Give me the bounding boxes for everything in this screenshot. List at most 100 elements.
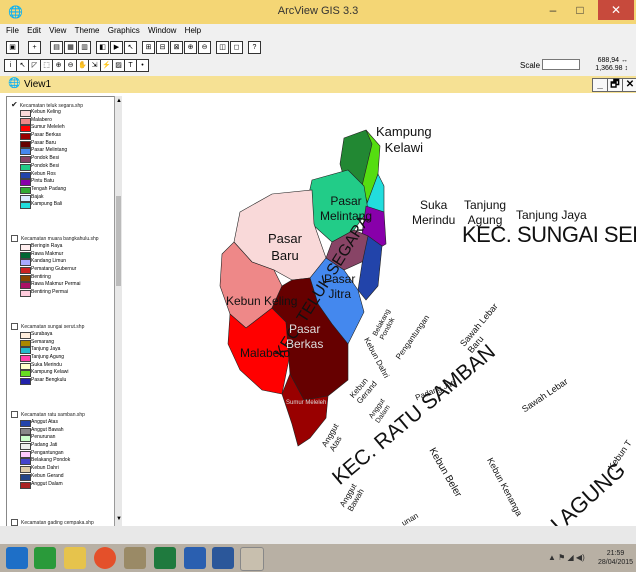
legend-item: Pasar Melintang (11, 147, 83, 156)
label-pasar-jitra: Pasar Jitra (324, 272, 356, 301)
legend-item: Anggut Atas (11, 419, 85, 427)
window-titlebar: 🌐 ArcView GIS 3.3 – □ ✕ (0, 0, 636, 24)
system-tray[interactable]: ▲ ⚑ ◢ ◀) (548, 553, 585, 562)
save-project-icon[interactable]: ▣ (6, 41, 19, 54)
close-button[interactable]: ✕ (598, 0, 634, 20)
theme-name: Kecamatan muara bangkahulu.shp (21, 236, 99, 242)
windows-taskbar: ▲ ⚑ ◢ ◀) 21:59 28/04/2015 (0, 544, 636, 572)
legend-item: Pasar Bengkulu (11, 377, 84, 386)
label-tanjung-jaya: Tanjung Jaya (516, 208, 587, 222)
legend-item: Kebun Ros (11, 171, 83, 179)
menu-graphics[interactable]: Graphics (108, 26, 140, 35)
scale-input[interactable] (542, 59, 580, 70)
taskbar-app-icon[interactable] (124, 547, 146, 569)
coordinate-readout: 688,94 ↔ 1,366.98 ↕ (592, 57, 628, 73)
legend-item: Padang Jati (11, 442, 85, 451)
taskbar-clock[interactable]: 21:59 28/04/2015 (598, 549, 633, 567)
taskbar-chrome-icon[interactable] (94, 547, 116, 569)
menu-file[interactable]: File (6, 26, 19, 35)
map-canvas[interactable] (122, 94, 636, 526)
legend-item: Semarang (11, 339, 84, 347)
view-restore-button[interactable]: 🗗 (607, 78, 623, 92)
menu-theme[interactable]: Theme (75, 26, 100, 35)
legend-item: Tengah Padang (11, 186, 83, 194)
menu-view[interactable]: View (49, 26, 66, 35)
legend-item: Pasar Baru (11, 140, 83, 148)
theme-visible-check[interactable]: ✔ (11, 100, 18, 109)
legend-item: Tanjung Agung (11, 354, 84, 363)
taskbar-infinity-icon[interactable] (184, 547, 206, 569)
select-features-icon[interactable]: ◫ (216, 41, 229, 54)
menu-edit[interactable]: Edit (27, 26, 41, 35)
theme-teluk-segara[interactable]: ✔ Kecamatan teluk segara.shp Kebun Keling… (11, 100, 83, 210)
legend-item: Sumur Meleleh (11, 124, 83, 133)
taskbar-word-icon[interactable] (212, 547, 234, 569)
legend-item: Kampung Bali (11, 201, 83, 210)
legend-item: Belakang Pondok (11, 457, 85, 466)
theme-sungai-serut[interactable]: Kecamatan sungai serut.shp Surabaya Sema… (11, 323, 85, 386)
legend-item: Kebun Dahri (11, 465, 85, 474)
legend-item: Penurunan (11, 434, 85, 443)
legend-item: Rawa Makmur Permai (11, 281, 99, 290)
clear-selection-icon[interactable]: ◻ (230, 41, 243, 54)
legend-item: Anggut Bawah (11, 427, 85, 435)
menu-help[interactable]: Help (185, 26, 201, 35)
zoom-selected-icon[interactable]: ⊠ (170, 41, 183, 54)
menu-bar: File Edit View Theme Graphics Window Hel… (0, 24, 636, 38)
legend-item: Kampung Kelawi (11, 369, 84, 378)
view-close-button[interactable]: ✕ (622, 78, 636, 92)
edit-legend-icon[interactable]: ▦ (64, 41, 77, 54)
legend-item: Pematang Gubernur (11, 266, 99, 275)
label-malabero: Malabero (240, 346, 291, 360)
legend-item: Anggut Dalam (11, 481, 85, 489)
taskbar-file-explorer-icon[interactable] (64, 547, 86, 569)
start-button[interactable] (6, 547, 28, 569)
add-theme-icon[interactable]: + (28, 41, 41, 54)
map-display[interactable]: Kampung Kelawi Suka Merindu Tanjung Agung T… (122, 94, 636, 526)
maximize-button[interactable]: □ (566, 0, 594, 20)
legend-item: Malabero (11, 117, 83, 125)
legend-item: Bentiring Permai (11, 289, 99, 298)
legend-item: Pintu Batu (11, 178, 83, 187)
zoom-in-icon[interactable]: ⊕ (184, 41, 197, 54)
tool-bar: i ↖ ◸ ⬚ ⊕ ⊖ ✋ ⇲ ⚡ ▨ T • Scale 1: 688,94 … (0, 56, 636, 77)
theme-properties-icon[interactable]: ▤ (50, 41, 63, 54)
locate-icon[interactable]: ▶ (110, 41, 123, 54)
theme-visible-check[interactable] (11, 323, 18, 331)
legend-item: Bajak (11, 194, 83, 202)
status-bar (0, 526, 636, 544)
theme-ratu-samban[interactable]: Kecamatan ratu samban.shp Anggut Atas An… (11, 411, 85, 489)
minimize-button[interactable]: – (540, 0, 566, 20)
query-icon[interactable]: ↖ (124, 41, 137, 54)
taskbar-app-excel-icon[interactable] (34, 547, 56, 569)
legend-item: Suka Merindu (11, 362, 84, 370)
theme-visible-check[interactable] (11, 235, 18, 243)
legend-item: Pondok Besi (11, 155, 83, 164)
zoom-active-icon[interactable]: ⊟ (156, 41, 169, 54)
theme-name: Kecamatan sungai serut.shp (21, 324, 85, 330)
button-bar: ▣ + ▤ ▦ ▥ ◧ ▶ ↖ ⊞ ⊟ ⊠ ⊕ ⊖ ◫ ◻ ? (0, 38, 636, 57)
label-kampung-kelawi: Kampung Kelawi (376, 124, 432, 155)
help-icon[interactable]: ? (248, 41, 261, 54)
taskbar-arcview-icon[interactable] (240, 547, 264, 571)
legend-item: Pengantungan (11, 450, 85, 458)
view-title: View1 (24, 79, 52, 90)
find-icon[interactable]: ◧ (96, 41, 109, 54)
theme-name: Kecamatan ratu samban.shp (21, 412, 85, 418)
theme-muara-bangkahulu[interactable]: Kecamatan muara bangkahulu.shp Beringin … (11, 235, 99, 298)
view-minimize-button[interactable]: _ (592, 78, 608, 92)
legend-item: Rawa Makmur (11, 251, 99, 259)
table-icon[interactable]: ▥ (78, 41, 91, 54)
zoom-out-icon[interactable]: ⊖ (198, 41, 211, 54)
taskbar-excel-icon[interactable] (154, 547, 176, 569)
view-titlebar: 🌐 View1 _ 🗗 ✕ (0, 76, 636, 93)
coord-y: 1,366.98 ↕ (595, 65, 628, 72)
zoom-full-icon[interactable]: ⊞ (142, 41, 155, 54)
draw-tool-icon[interactable]: • (136, 59, 149, 72)
theme-visible-check[interactable] (11, 411, 18, 419)
menu-window[interactable]: Window (148, 26, 176, 35)
legend-item: Beringin Raya (11, 243, 99, 251)
scroll-thumb[interactable] (116, 196, 121, 286)
legend-item: Kandang Limun (11, 258, 99, 267)
legend-item: Pasar Berkas (11, 132, 83, 141)
